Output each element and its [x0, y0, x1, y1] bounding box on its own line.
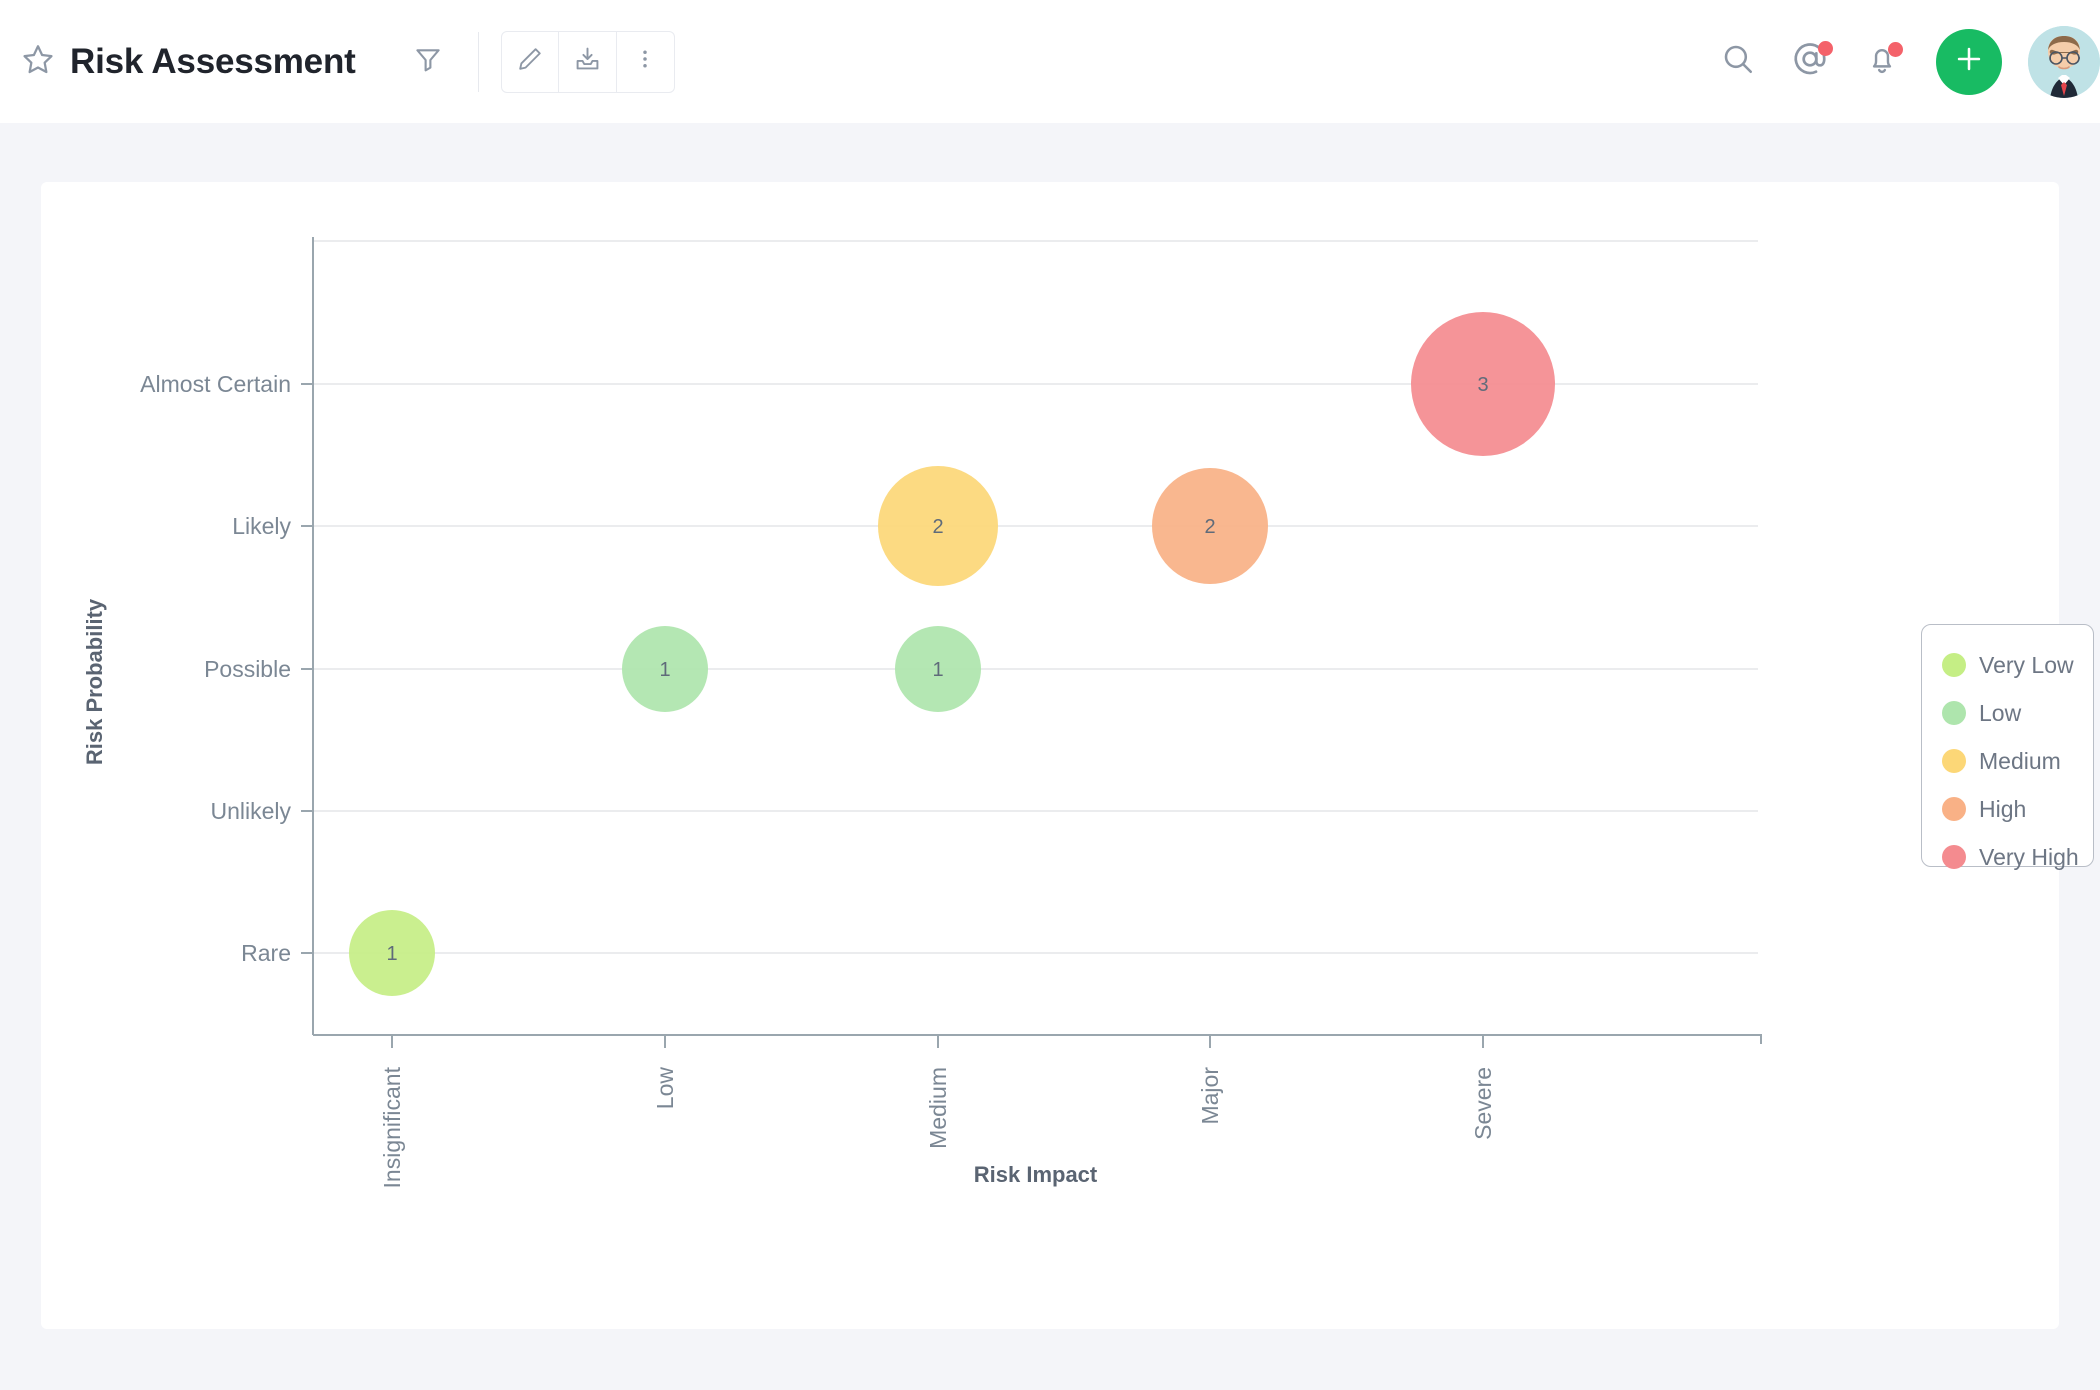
- favorite-star-button[interactable]: [16, 40, 60, 84]
- bubble-2[interactable]: 1: [622, 626, 708, 712]
- export-button[interactable]: [558, 30, 617, 93]
- x-tick-label-insignificant: Insignificant: [379, 1066, 405, 1188]
- y-tick-label-unlikely: Unlikely: [210, 798, 291, 824]
- y-tick-label-possible: Possible: [204, 656, 291, 682]
- legend-item-very-high[interactable]: Very High: [1942, 833, 2093, 881]
- legend-item-very-low[interactable]: Very Low: [1942, 641, 2093, 689]
- legend-item-high[interactable]: High: [1942, 785, 2093, 833]
- legend-label-very-high: Very High: [1979, 843, 2079, 870]
- legend-label-low: Low: [1979, 699, 2022, 726]
- mentions-badge: [1818, 40, 1833, 56]
- legend-label-medium: Medium: [1979, 747, 2061, 774]
- legend-swatch-high: [1942, 797, 1966, 821]
- bubble-3[interactable]: 1: [895, 626, 981, 712]
- legend-swatch-very-high: [1942, 845, 1966, 869]
- bubble-value-label: 1: [386, 943, 397, 965]
- chart-card: Rare Unlikely Possible Likely Almost Certain…: [41, 182, 2059, 1329]
- bubble-value-label: 2: [1204, 516, 1215, 538]
- bubble-6[interactable]: 3: [1411, 312, 1555, 456]
- legend-swatch-medium: [1942, 749, 1966, 773]
- search-button[interactable]: [1702, 26, 1774, 98]
- more-vertical-icon: [633, 47, 657, 76]
- legend-swatch-low: [1942, 701, 1966, 725]
- bubble-1[interactable]: 1: [349, 910, 435, 996]
- notifications-button[interactable]: [1846, 26, 1918, 98]
- mentions-button[interactable]: [1774, 26, 1846, 98]
- legend-item-low[interactable]: Low: [1942, 689, 2093, 737]
- add-button[interactable]: [1936, 28, 2002, 95]
- search-icon: [1720, 41, 1756, 82]
- header-action-group: [500, 30, 675, 93]
- pencil-icon: [516, 45, 544, 78]
- bubble-5[interactable]: 2: [1152, 468, 1268, 584]
- legend-label-very-low: Very Low: [1979, 651, 2074, 678]
- bubble-4[interactable]: 2: [878, 466, 998, 586]
- y-axis-title: Risk Probability: [82, 598, 107, 765]
- bubble-value-label: 3: [1477, 374, 1488, 396]
- bubble-value-label: 1: [932, 659, 943, 681]
- edit-button[interactable]: [500, 30, 559, 93]
- user-avatar-illustration: [2028, 25, 2100, 98]
- y-tick-label-almost-certain: Almost Certain: [140, 371, 291, 397]
- chart-legend: Very Low Low Medium High Very High: [1921, 624, 2094, 870]
- y-tick-label-likely: Likely: [232, 513, 291, 539]
- page-title: Risk Assessment: [70, 41, 356, 81]
- bubble-value-label: 2: [932, 516, 943, 538]
- filter-icon: [413, 44, 443, 79]
- avatar[interactable]: [2028, 25, 2100, 98]
- x-axis-title: Risk Impact: [974, 1162, 1098, 1187]
- filter-button[interactable]: [400, 34, 456, 90]
- x-tick-label-low: Low: [652, 1067, 678, 1110]
- app-header: Risk Assessment: [0, 0, 2100, 123]
- more-options-button[interactable]: [616, 30, 675, 93]
- y-tick-label-rare: Rare: [241, 940, 291, 966]
- star-icon: [21, 42, 55, 81]
- export-download-icon: [573, 45, 602, 79]
- header-right-group: [1702, 25, 2100, 98]
- header-left-group: Risk Assessment: [0, 30, 675, 93]
- plus-icon: [1952, 42, 1986, 81]
- risk-assessment-bubble-chart: Rare Unlikely Possible Likely Almost Certain…: [82, 237, 1762, 1188]
- bubble-value-label: 1: [659, 659, 670, 681]
- legend-label-high: High: [1979, 795, 2027, 822]
- x-tick-label-major: Major: [1197, 1067, 1223, 1125]
- header-divider: [477, 31, 479, 92]
- legend-item-medium[interactable]: Medium: [1942, 737, 2093, 785]
- legend-swatch-very-low: [1942, 653, 1966, 677]
- notifications-badge: [1888, 41, 1903, 57]
- x-tick-label-medium: Medium: [925, 1067, 951, 1149]
- x-tick-label-severe: Severe: [1470, 1067, 1496, 1140]
